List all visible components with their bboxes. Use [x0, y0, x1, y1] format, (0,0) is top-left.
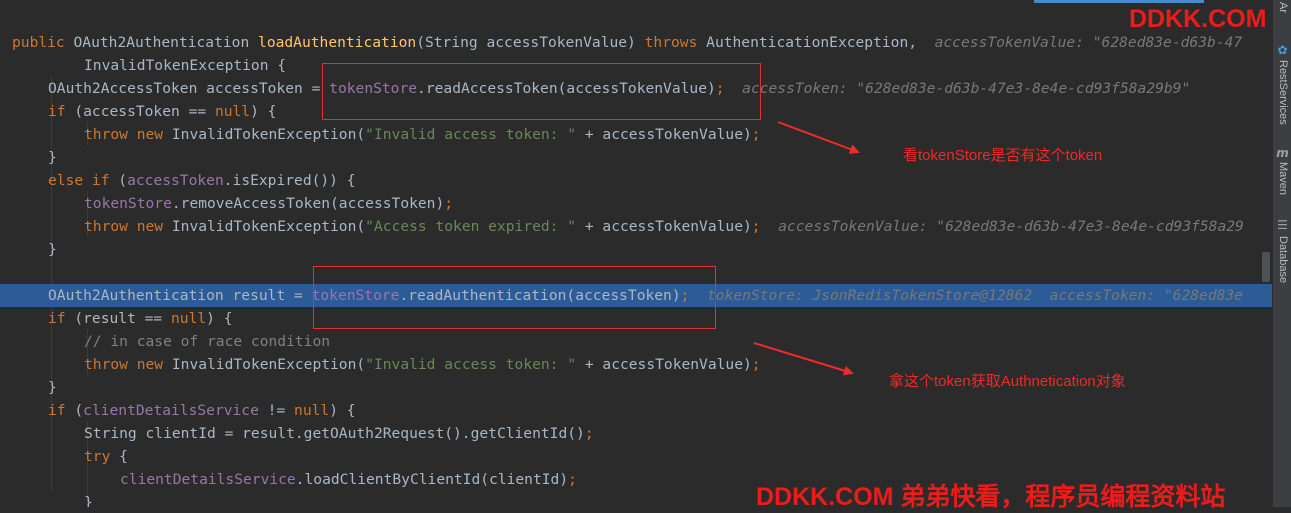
maven-icon: m: [1276, 146, 1289, 160]
tool-window-bar: Ar ✿ RestServices m Maven ☰ Database: [1272, 0, 1291, 507]
database-icon: ☰: [1277, 218, 1288, 232]
tool-window-rest-services[interactable]: RestServices: [1273, 60, 1291, 130]
tool-window-ant[interactable]: Ar: [1273, 2, 1291, 24]
watermark-bottom: DDKK.COM 弟弟快看，程序员编程资料站: [756, 483, 1226, 511]
arrow-to-second-note: [753, 342, 854, 376]
annotation-note-authentication: 拿这个token获取Authnetication对象: [889, 373, 1126, 390]
tool-window-maven[interactable]: Maven: [1273, 162, 1291, 202]
editor-scrollbar-thumb[interactable]: [1262, 252, 1270, 282]
arrow-to-first-note: [777, 121, 860, 154]
annotation-arrows: [753, 121, 860, 376]
code-editor[interactable]: public OAuth2Authentication loadAuthenti…: [0, 0, 1272, 507]
tool-window-database[interactable]: Database: [1273, 236, 1291, 296]
annotation-note-token-store: 看tokenStore是否有这个token: [903, 147, 1103, 164]
rest-services-icon: ✿: [1277, 43, 1288, 57]
watermark-top: DDKK.COM: [1129, 5, 1267, 33]
